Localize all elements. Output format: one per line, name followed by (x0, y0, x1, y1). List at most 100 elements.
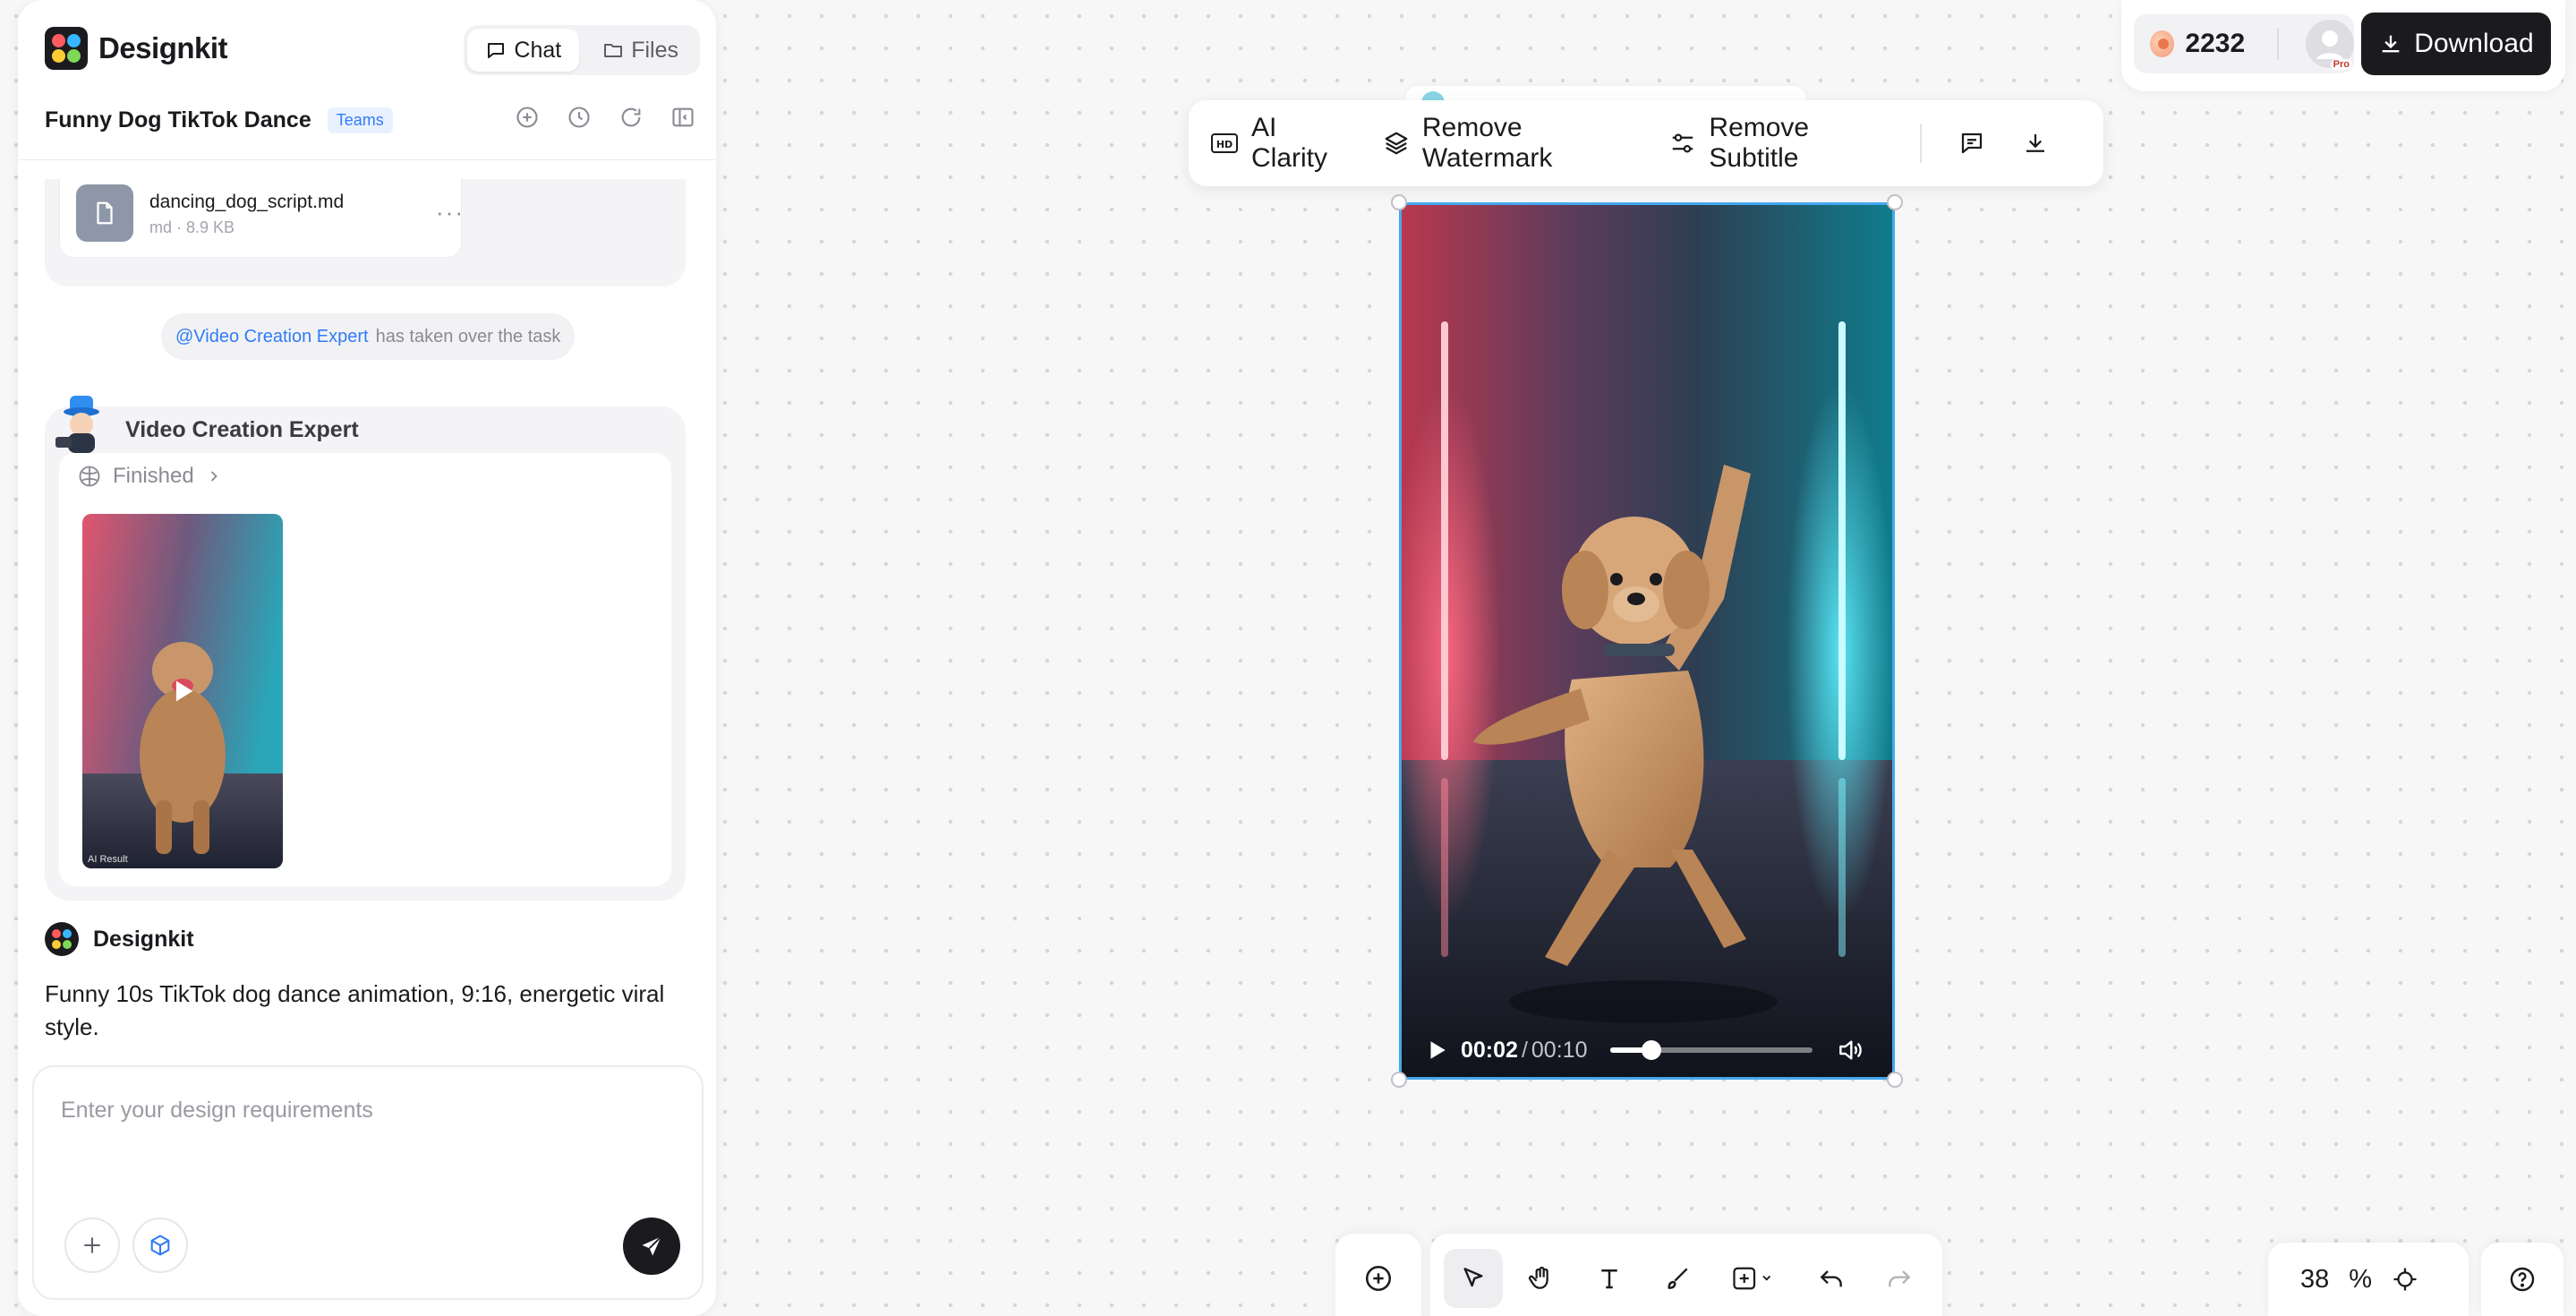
remove-watermark-button[interactable]: Remove Watermark (1383, 113, 1633, 174)
remove-watermark-label: Remove Watermark (1421, 113, 1553, 173)
svg-text:HD: HD (1216, 139, 1233, 150)
expert-mention[interactable]: @Video Creation Expert (175, 327, 369, 347)
time-separator: / (1521, 1037, 1528, 1063)
help-icon (2508, 1265, 2537, 1294)
zoom-unit: % (2349, 1264, 2373, 1294)
status-row[interactable]: Finished (77, 464, 223, 489)
project-header: Funny Dog TikTok Dance Teams (45, 107, 393, 133)
toolbar-divider (1920, 124, 1922, 163)
ai-clarity-button[interactable]: HD AI Clarity (1210, 113, 1345, 174)
current-time: 00:02 (1461, 1037, 1518, 1063)
expert-name: Video Creation Expert (125, 417, 359, 442)
tab-files[interactable]: Files (584, 29, 696, 72)
history-icon[interactable] (566, 104, 593, 131)
message-composer (32, 1065, 704, 1300)
remove-subtitle-button[interactable]: Remove Subtitle (1669, 113, 1882, 174)
toolbar-segment-tools (1430, 1234, 1942, 1316)
file-name: dancing_dog_script.md (149, 192, 345, 212)
resize-handle-bottom-right[interactable] (1887, 1072, 1903, 1088)
chat-panel: Designkit Chat Files Funny Dog TikTok Da… (18, 0, 716, 1316)
document-icon (76, 184, 133, 242)
plus-icon (81, 1234, 104, 1257)
video-controls: 00:02 / 00:10 (1402, 1023, 1892, 1077)
add-location-icon[interactable] (1349, 1249, 1408, 1308)
video-frame-scene (1402, 205, 1892, 1077)
select-arrow-icon[interactable] (1444, 1249, 1503, 1308)
design-requirements-input[interactable] (61, 1092, 670, 1128)
zoom-control[interactable]: 38 % (2268, 1243, 2469, 1316)
add-circle-icon[interactable] (514, 104, 541, 131)
progress-knob[interactable] (1641, 1040, 1661, 1060)
tab-chat[interactable]: Chat (467, 29, 580, 72)
status-globe-icon (77, 464, 102, 489)
toolbar-download-icon[interactable] (2017, 124, 2053, 163)
account-bar: 2232 Pro Download (2121, 0, 2565, 91)
video-edit-toolbar: HD AI Clarity Remove Watermark Remove Su… (1189, 100, 2103, 186)
download-label: Download (2414, 29, 2534, 58)
layers-icon (1383, 130, 1410, 157)
ai-sender: Designkit (45, 922, 194, 956)
resize-handle-bottom-left[interactable] (1391, 1072, 1407, 1088)
credits-widget[interactable]: 2232 Pro (2134, 14, 2354, 73)
asset-button[interactable] (132, 1218, 188, 1273)
play-icon[interactable] (167, 676, 198, 706)
panel-tabs: Chat Files (464, 25, 700, 75)
volume-icon[interactable] (1836, 1036, 1864, 1064)
ai-sender-name: Designkit (93, 926, 194, 952)
refresh-icon[interactable] (618, 104, 644, 131)
file-attachment[interactable]: dancing_dog_script.md md · 8.9 KB ··· (59, 179, 465, 258)
header-divider (18, 159, 716, 160)
toolbar-segment-pin (1335, 1234, 1421, 1316)
resize-handle-top-right[interactable] (1887, 194, 1903, 210)
status-label: Finished (113, 464, 194, 488)
redo-icon[interactable] (1870, 1249, 1929, 1308)
credits-divider (2277, 28, 2279, 60)
designkit-avatar-icon (45, 922, 79, 956)
comment-icon[interactable] (1954, 124, 1990, 163)
takeover-text: has taken over the task (375, 326, 561, 346)
ai-clarity-label: AI Clarity (1251, 113, 1328, 173)
expert-avatar (52, 392, 109, 457)
takeover-notice: @Video Creation Expert has taken over th… (161, 313, 576, 360)
app-name: Designkit (98, 31, 228, 64)
video-canvas-item[interactable]: 00:02 / 00:10 (1399, 202, 1895, 1080)
ai-result-label: AI Result (88, 854, 128, 865)
expert-result: Finished AI Result (59, 453, 671, 886)
designkit-logo-icon (45, 27, 88, 70)
script-message-card: dancing_dog_script.md md · 8.9 KB ··· (45, 179, 686, 286)
fit-screen-icon[interactable] (2392, 1266, 2418, 1293)
collapse-panel-icon[interactable] (670, 104, 696, 131)
play-icon[interactable] (1425, 1038, 1448, 1062)
hd-icon: HD (1210, 131, 1239, 156)
tab-chat-label: Chat (514, 37, 562, 63)
help-button[interactable] (2481, 1243, 2563, 1316)
chat-bubble-icon (485, 39, 507, 61)
resize-handle-top-left[interactable] (1391, 194, 1407, 210)
attach-button[interactable] (64, 1218, 120, 1273)
tab-files-label: Files (631, 37, 678, 63)
add-shape-icon[interactable] (1716, 1249, 1793, 1308)
undo-icon[interactable] (1802, 1249, 1861, 1308)
remove-subtitle-label: Remove Subtitle (1709, 113, 1810, 173)
progress-slider[interactable] (1610, 1040, 1813, 1060)
more-options-icon[interactable]: ··· (436, 199, 465, 226)
total-time: 00:10 (1531, 1037, 1588, 1063)
download-icon (2378, 31, 2403, 56)
user-avatar[interactable]: Pro (2306, 20, 2354, 70)
send-button[interactable] (623, 1218, 680, 1275)
project-actions (514, 104, 696, 131)
brush-icon[interactable] (1648, 1249, 1707, 1308)
sliders-icon (1669, 130, 1696, 157)
coin-icon (2150, 30, 2175, 57)
app-logo[interactable]: Designkit (45, 27, 228, 70)
project-title: Funny Dog TikTok Dance (45, 107, 311, 132)
download-button[interactable]: Download (2361, 13, 2551, 75)
teams-badge: Teams (327, 107, 393, 133)
video-thumbnail[interactable]: AI Result (82, 514, 283, 868)
zoom-value: 38 (2300, 1264, 2330, 1294)
text-icon[interactable] (1580, 1249, 1639, 1308)
hand-icon[interactable] (1512, 1249, 1571, 1308)
canvas-toolbar (1335, 1234, 1958, 1316)
send-icon (639, 1234, 664, 1259)
file-meta: md · 8.9 KB (149, 218, 235, 236)
